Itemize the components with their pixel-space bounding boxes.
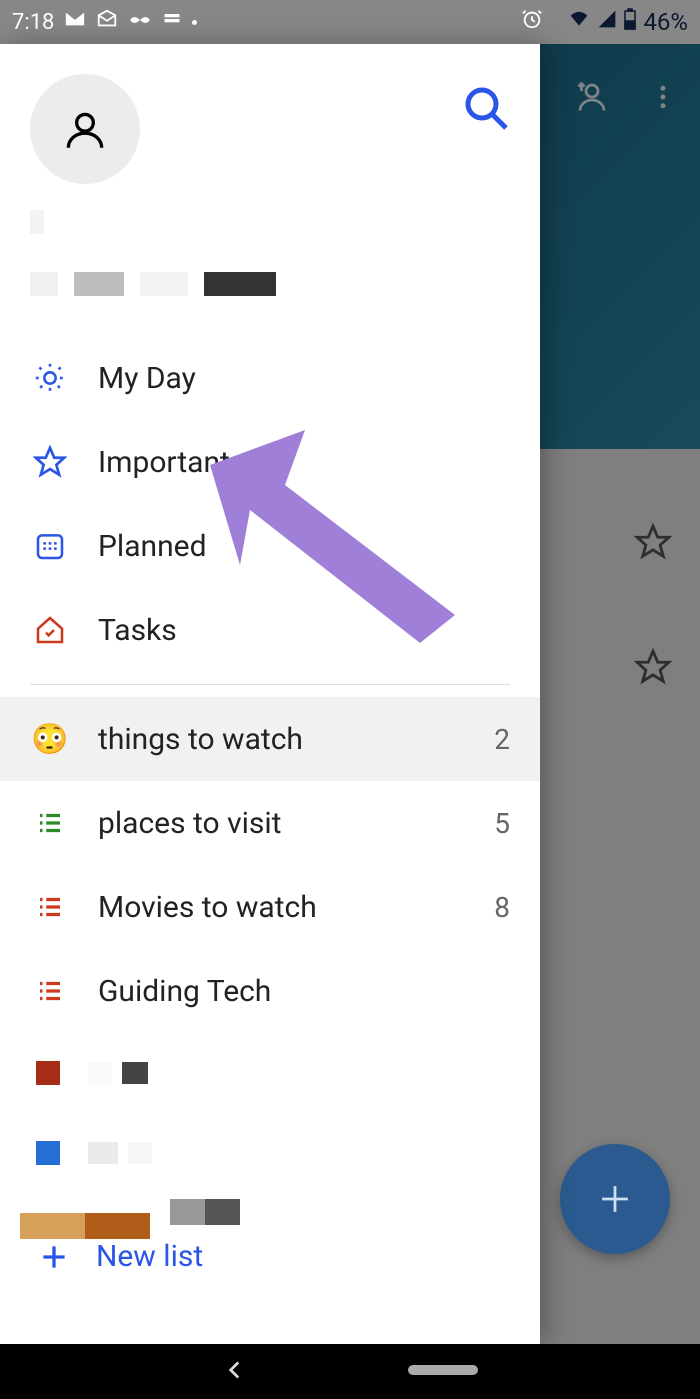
star-icon (32, 444, 68, 480)
list-icon (32, 805, 68, 841)
wifi-icon (567, 9, 591, 35)
system-nav-bar (0, 1344, 700, 1399)
inbox-icon (96, 8, 118, 36)
user-list-label: Movies to watch (98, 890, 464, 925)
sun-icon (32, 360, 68, 396)
smart-list-label: Important (98, 445, 510, 480)
smart-list-label: Planned (98, 529, 510, 564)
user-list-count: 2 (494, 723, 510, 756)
battery-label: 46% (643, 8, 688, 36)
mail-icon (64, 8, 86, 36)
back-button[interactable] (222, 1357, 248, 1387)
list-icon (32, 973, 68, 1009)
search-button[interactable] (462, 84, 510, 136)
user-list-guiding-tech[interactable]: Guiding Tech (0, 949, 540, 1033)
battery-icon (623, 8, 637, 36)
smart-list-planned[interactable]: Planned (0, 504, 540, 588)
alarm-icon (521, 8, 543, 36)
signal-icon (597, 9, 617, 35)
redacted-palette (20, 1213, 150, 1239)
smart-list-myday[interactable]: My Day (0, 336, 540, 420)
new-list-button[interactable]: New list (0, 1239, 540, 1294)
new-list-label: New list (96, 1239, 203, 1274)
user-list-label: places to visit (98, 806, 464, 841)
add-task-fab[interactable] (560, 1144, 670, 1254)
redacted-account-email (0, 264, 540, 296)
user-list-count: 8 (494, 891, 510, 924)
side-drawer: My Day Important Planned Tasks 😳 (0, 44, 540, 1344)
redacted-account-name (0, 202, 540, 234)
status-time: 7:18 (12, 10, 54, 35)
moustache-icon (128, 10, 152, 35)
list-icon (32, 889, 68, 925)
status-bar: 7:18 46% (0, 0, 700, 44)
redacted-list-item[interactable] (0, 1113, 540, 1193)
user-list-movies-to-watch[interactable]: Movies to watch 8 (0, 865, 540, 949)
home-pill[interactable] (408, 1362, 478, 1382)
smart-list-important[interactable]: Important (0, 420, 540, 504)
emoji-flushed-icon: 😳 (32, 721, 68, 757)
redacted-list-item[interactable] (0, 1033, 540, 1113)
redacted-palette (170, 1199, 240, 1225)
color-swatch-icon (36, 1141, 60, 1165)
list-divider (30, 684, 510, 685)
user-list-things-to-watch[interactable]: 😳 things to watch 2 (0, 697, 540, 781)
user-list-label: things to watch (98, 722, 464, 757)
notification-dot-icon (192, 20, 197, 25)
app-icon (162, 9, 182, 35)
profile-avatar[interactable] (30, 74, 140, 184)
user-list-count: 5 (494, 807, 510, 840)
home-check-icon (32, 612, 68, 648)
smart-list-label: Tasks (98, 613, 510, 648)
smart-list-tasks[interactable]: Tasks (0, 588, 540, 672)
user-list-label: Guiding Tech (98, 974, 480, 1009)
calendar-icon (32, 528, 68, 564)
smart-list-label: My Day (98, 361, 510, 396)
color-swatch-icon (36, 1061, 60, 1085)
user-list-places-to-visit[interactable]: places to visit 5 (0, 781, 540, 865)
